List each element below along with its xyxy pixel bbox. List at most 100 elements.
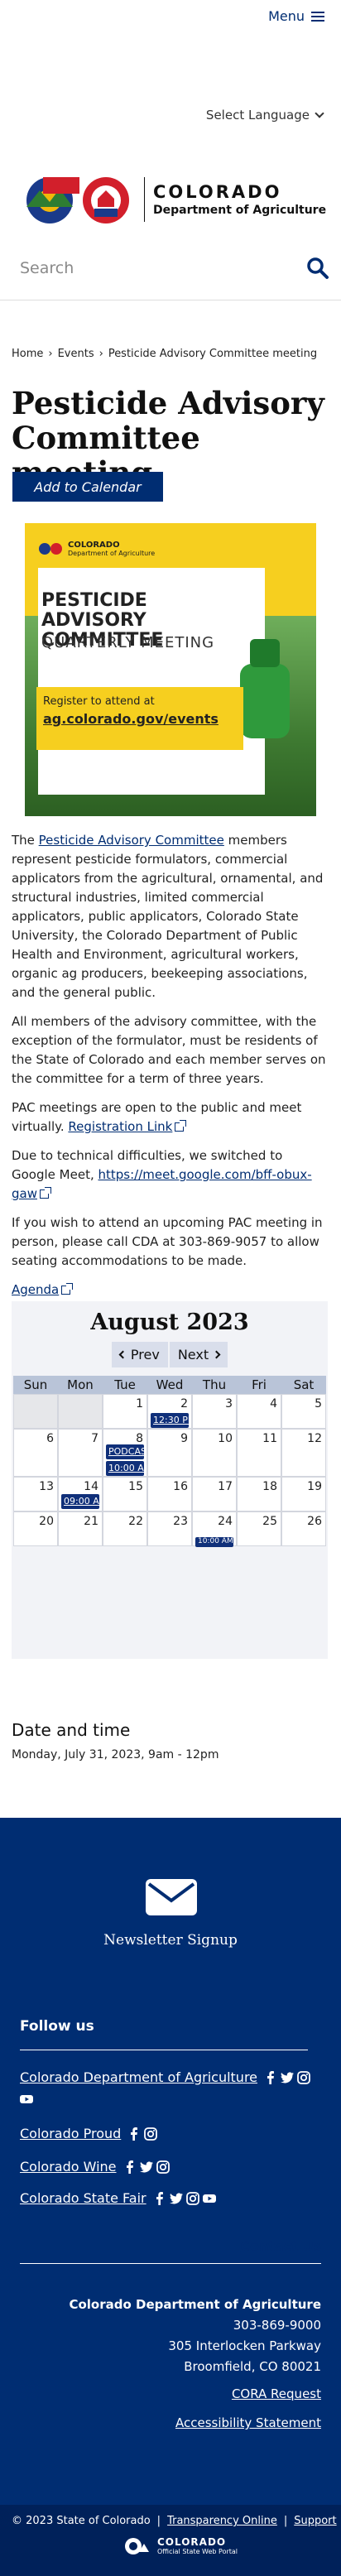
calendar-event[interactable]: PODCAST xyxy=(106,1444,144,1459)
logo-name: COLORADO xyxy=(153,182,282,202)
footer-org-name: Colorado Department of Agriculture xyxy=(69,2297,321,2312)
calendar-day: 5 xyxy=(281,1394,326,1429)
breadcrumb: Home › Events › Pesticide Advisory Commi… xyxy=(12,348,317,360)
calendar-day: 25 xyxy=(237,1511,281,1546)
envelope-icon[interactable] xyxy=(146,1879,197,1915)
youtube-icon[interactable] xyxy=(202,2192,216,2205)
footer-address: Colorado Department of Agriculture 303-8… xyxy=(69,2295,321,2434)
add-to-calendar-button[interactable]: Add to Calendar xyxy=(12,472,163,502)
social-row-proud: Colorado Proud xyxy=(20,2126,158,2141)
day-of-week: Tue xyxy=(103,1376,147,1394)
calendar-grid: Sun Mon Tue Wed Thu Fri Sat 1 212:30 PM … xyxy=(13,1376,326,1547)
newsletter-signup-link[interactable]: Newsletter Signup xyxy=(0,1932,341,1949)
calendar-day: 10 xyxy=(192,1429,237,1477)
calendar-day-empty xyxy=(13,1394,58,1429)
calendar-day: 26 xyxy=(281,1511,326,1546)
day-number: 25 xyxy=(262,1515,277,1528)
calendar-month: August 2023 xyxy=(90,1310,249,1335)
calendar-event[interactable]: 10:00 AM xyxy=(106,1461,144,1476)
accessibility-statement-link[interactable]: Accessibility Statement xyxy=(69,2413,321,2434)
search-icon[interactable] xyxy=(306,257,329,280)
social-link-proud[interactable]: Colorado Proud xyxy=(20,2126,121,2141)
transparency-online-link[interactable]: Transparency Online xyxy=(167,2515,277,2527)
paragraph-residency: All members of the advisory committee, w… xyxy=(12,1014,326,1086)
day-number: 13 xyxy=(39,1480,54,1493)
calendar-day: 6 xyxy=(13,1429,58,1477)
calendar-day-empty xyxy=(58,1394,103,1429)
facebook-icon[interactable] xyxy=(127,2127,141,2141)
breadcrumb-events[interactable]: Events xyxy=(58,348,94,360)
calendar-day: 1409:00 AM xyxy=(58,1477,103,1511)
portal-name: COLORADO xyxy=(157,2536,227,2548)
instagram-icon[interactable] xyxy=(185,2191,199,2205)
prev-month-button[interactable]: Prev xyxy=(111,1342,168,1367)
promo-brand-sub: Department of Agriculture xyxy=(68,550,156,557)
language-selector[interactable]: Select Language xyxy=(206,108,324,123)
search-input[interactable] xyxy=(20,259,268,277)
promo-subtitle: QUARTERLY MEETING xyxy=(41,634,215,651)
calendar-day: 20 xyxy=(13,1511,58,1546)
prev-label: Prev xyxy=(130,1347,160,1362)
chevron-left-icon xyxy=(118,1350,127,1359)
day-of-week: Sat xyxy=(281,1376,326,1394)
breadcrumb-separator: › xyxy=(48,348,53,360)
day-number: 22 xyxy=(128,1515,143,1528)
day-number: 11 xyxy=(262,1432,277,1445)
footer-phone[interactable]: 303-869-9000 xyxy=(69,2315,321,2336)
footer-bottom-bar: © 2023 State of Colorado | Transparency … xyxy=(0,2505,341,2576)
social-link-wine[interactable]: Colorado Wine xyxy=(20,2159,117,2175)
facebook-icon[interactable] xyxy=(153,2191,166,2205)
next-month-button[interactable]: Next xyxy=(169,1342,228,1367)
support-link[interactable]: Support xyxy=(294,2515,336,2527)
day-number: 1 xyxy=(136,1397,143,1411)
day-of-week: Thu xyxy=(192,1376,237,1394)
event-description: The Pesticide Advisory Committee members… xyxy=(12,831,329,1310)
colorado-c-logo-icon xyxy=(125,2537,149,2554)
site-logo[interactable]: COLORADO Department of Agriculture xyxy=(20,174,326,225)
event-calendar: August 2023 Prev Next Sun Mon Tue Wed Th… xyxy=(12,1301,328,1659)
day-number: 21 xyxy=(84,1515,98,1528)
calendar-event[interactable]: 10:00 AM xyxy=(195,1537,233,1547)
calendar-day: 23 xyxy=(147,1511,192,1546)
social-link-state-fair[interactable]: Colorado State Fair xyxy=(20,2190,146,2206)
promo-register-box: Register to attend at ag.colorado.gov/ev… xyxy=(36,687,243,750)
instagram-icon[interactable] xyxy=(297,2070,310,2084)
day-number: 7 xyxy=(91,1432,98,1445)
menu-button[interactable]: Menu xyxy=(268,8,324,24)
state-portal-logo[interactable]: COLORADO Official State Web Portal xyxy=(124,2536,238,2555)
day-number: 8 xyxy=(136,1432,143,1445)
facebook-icon[interactable] xyxy=(123,2160,137,2174)
day-number: 3 xyxy=(225,1397,233,1411)
calendar-event[interactable]: 12:30 PM xyxy=(151,1413,189,1428)
calendar-event[interactable]: 09:00 AM xyxy=(61,1494,99,1509)
calendar-day: 9 xyxy=(147,1429,192,1477)
day-number: 12 xyxy=(307,1432,322,1445)
registration-link[interactable]: Registration Link xyxy=(68,1119,172,1134)
breadcrumb-home[interactable]: Home xyxy=(12,348,43,360)
twitter-icon[interactable] xyxy=(169,2192,183,2205)
contact-us-link[interactable]: Contact Us xyxy=(240,2238,321,2254)
social-row-wine: Colorado Wine xyxy=(20,2159,170,2175)
agenda-link[interactable]: Agenda xyxy=(12,1282,59,1297)
external-link-icon xyxy=(61,1283,74,1295)
day-number: 4 xyxy=(270,1397,277,1411)
follow-us-heading: Follow us xyxy=(20,2018,94,2035)
twitter-icon[interactable] xyxy=(281,2071,295,2084)
pac-link[interactable]: Pesticide Advisory Committee xyxy=(39,833,224,848)
instagram-icon[interactable] xyxy=(156,2160,170,2174)
day-number: 23 xyxy=(173,1515,188,1528)
day-of-week: Mon xyxy=(58,1376,103,1394)
youtube-icon[interactable] xyxy=(20,2093,33,2106)
menu-label: Menu xyxy=(268,8,305,24)
day-number: 15 xyxy=(128,1480,143,1493)
logo-department: Department of Agriculture xyxy=(153,204,327,217)
cora-request-link[interactable]: CORA Request xyxy=(69,2384,321,2405)
promo-brand: COLORADO xyxy=(68,541,120,550)
calendar-day: 8PODCAST 10:00 AM xyxy=(103,1429,147,1477)
facebook-icon[interactable] xyxy=(264,2070,277,2084)
social-link-cda[interactable]: Colorado Department of Agriculture xyxy=(20,2069,257,2085)
instagram-icon[interactable] xyxy=(144,2127,158,2141)
twitter-icon[interactable] xyxy=(139,2160,153,2174)
date-time-heading: Date and time xyxy=(12,1720,131,1740)
paragraph-virtual: PAC meetings are open to the public and … xyxy=(12,1098,329,1137)
